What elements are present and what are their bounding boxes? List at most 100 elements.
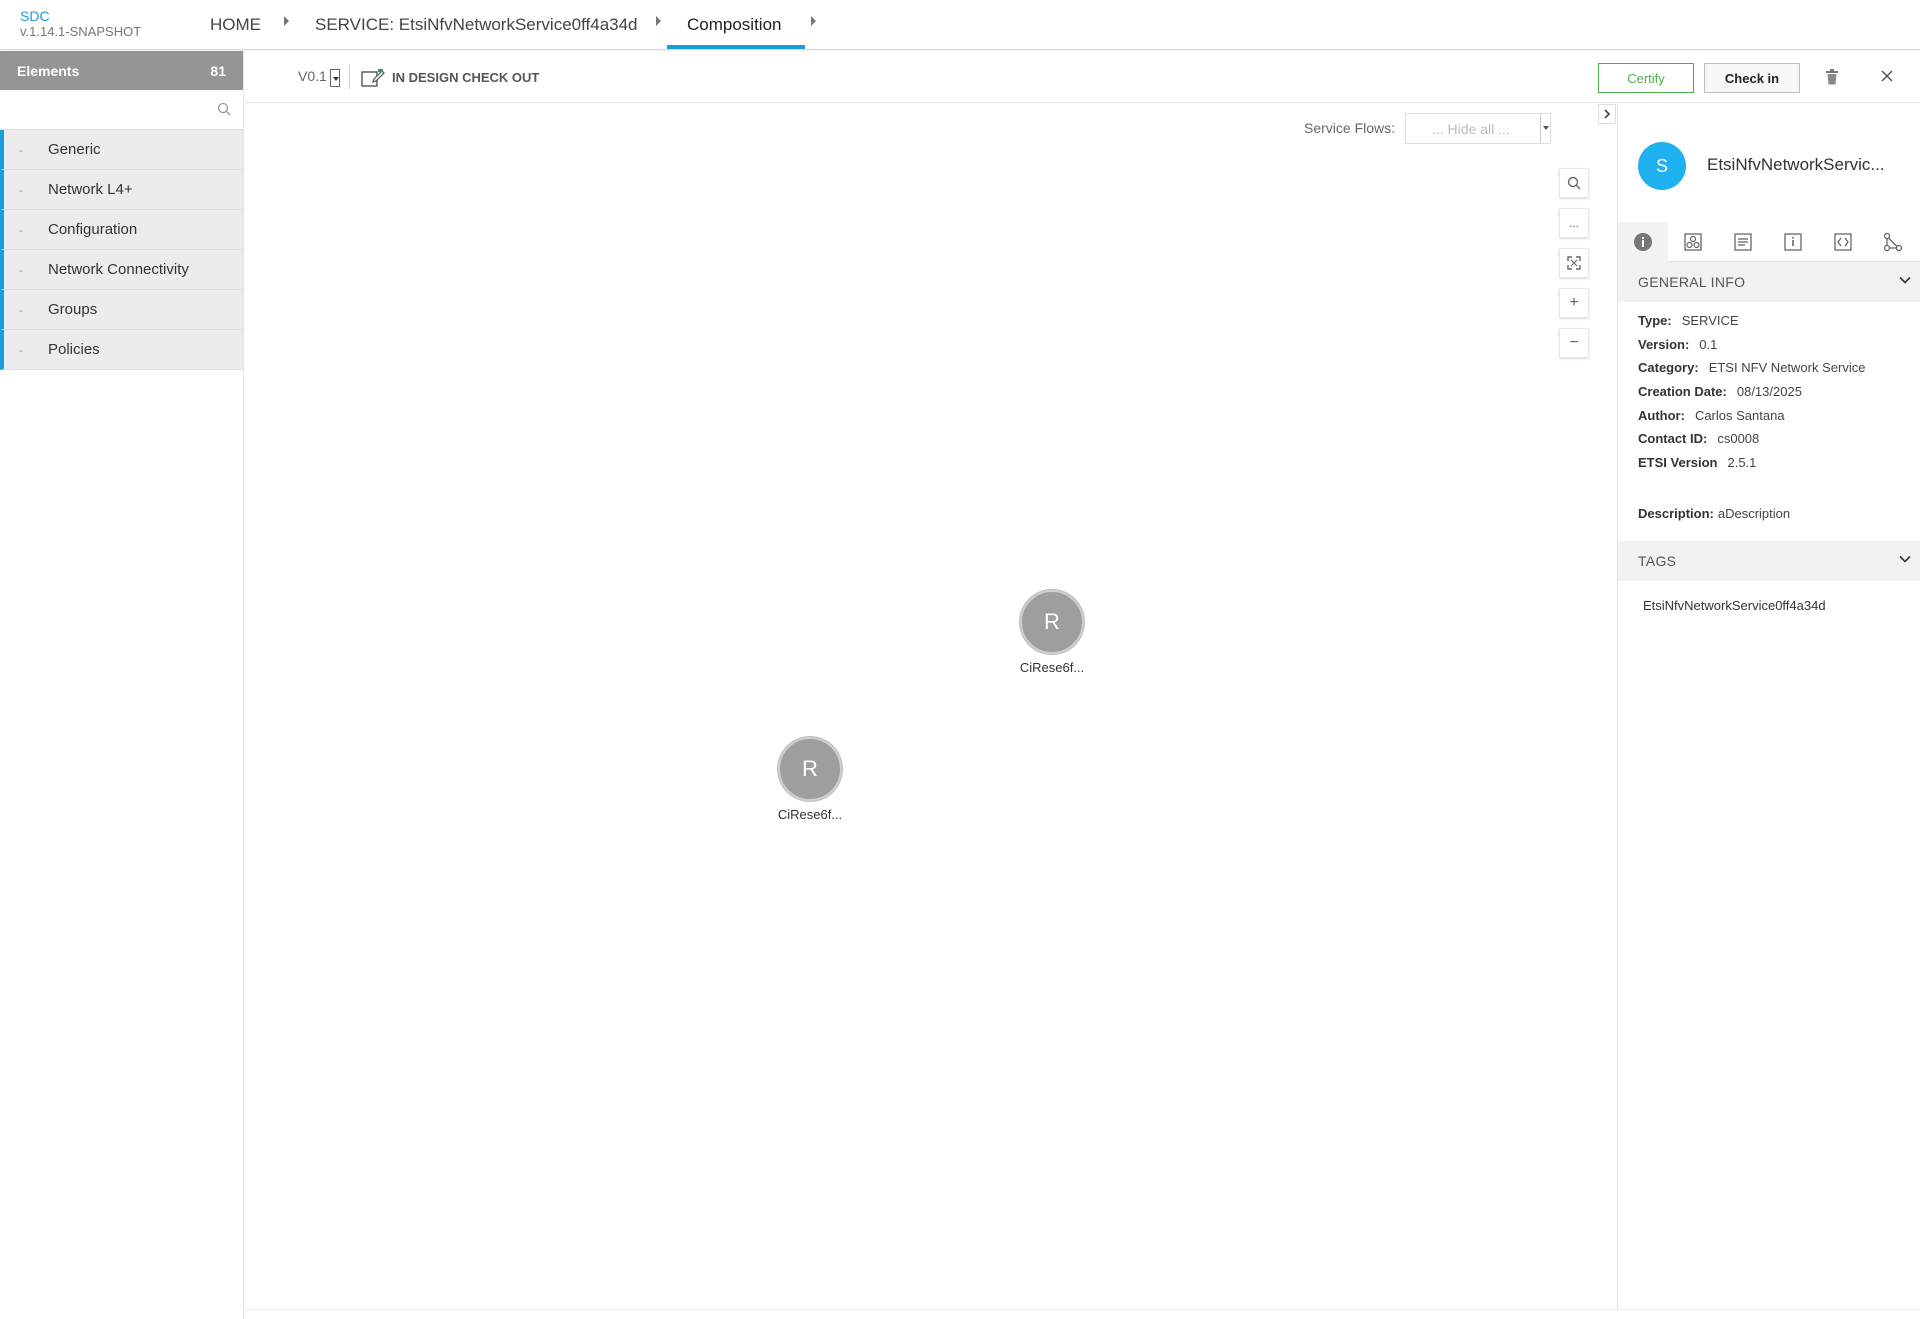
- chevron-right-icon: [1604, 109, 1611, 119]
- breadcrumb-arrow-icon[interactable]: [811, 16, 816, 26]
- workspace-toolbar: V0.1 IN DESIGN CHECK OUT Certify Check i…: [245, 51, 1920, 103]
- palette-category-policies[interactable]: - Policies: [0, 330, 243, 370]
- breadcrumb-arrow-icon[interactable]: [284, 16, 289, 26]
- info-key: Contact ID:: [1638, 431, 1708, 446]
- palette-search-input[interactable]: [2, 94, 238, 126]
- info-key: ETSI Version: [1638, 455, 1718, 470]
- info-value: 08/13/2025: [1736, 384, 1802, 399]
- info-author: Author: Carlos Santana: [1638, 408, 1785, 423]
- info-value: cs0008: [1717, 431, 1760, 446]
- palette-category-groups[interactable]: - Groups: [0, 290, 243, 330]
- info-key: Version:: [1638, 337, 1690, 352]
- composition-canvas[interactable]: Service Flows: ... Hide all ... ... + − …: [245, 104, 1617, 1309]
- tag-item: EtsiNfvNetworkService0ff4a34d: [1643, 598, 1826, 613]
- canvas-node[interactable]: R CiRese6f...: [1012, 590, 1092, 675]
- service-flows-value: ... Hide all ...: [1432, 120, 1510, 137]
- chevron-down-icon[interactable]: [1899, 555, 1911, 563]
- tab-relations[interactable]: [1868, 222, 1918, 262]
- search-icon[interactable]: [217, 102, 231, 116]
- info-box-icon: [1784, 233, 1802, 251]
- tags-section-header[interactable]: TAGS: [1618, 541, 1920, 581]
- palette-category-generic[interactable]: - Generic: [0, 130, 243, 170]
- version-select[interactable]: V0.1: [298, 68, 327, 84]
- breadcrumb-service[interactable]: SERVICE: EtsiNfvNetworkService0ff4a34d: [315, 15, 638, 35]
- lifecycle-status: IN DESIGN CHECK OUT: [392, 70, 540, 85]
- info-etsi-version: ETSI Version 2.5.1: [1638, 455, 1756, 470]
- info-key: Type:: [1638, 313, 1672, 328]
- close-icon[interactable]: [1881, 70, 1893, 82]
- palette-search: [0, 90, 243, 130]
- palette-category-label: Generic: [48, 141, 101, 158]
- info-key: Author:: [1638, 408, 1685, 423]
- tab-deployment-artifacts[interactable]: [1668, 222, 1718, 262]
- info-key: Description:: [1638, 506, 1714, 521]
- palette-header: Elements 81: [0, 51, 243, 90]
- node-label: CiRese6f...: [1019, 660, 1085, 675]
- details-panel: S EtsiNfvNetworkServic... GENERAL INFO T…: [1617, 104, 1920, 1309]
- properties-icon: [1734, 233, 1752, 251]
- canvas-more-button[interactable]: ...: [1559, 208, 1589, 238]
- canvas-node[interactable]: R CiRese6f...: [770, 737, 850, 822]
- node-icon[interactable]: R: [1020, 590, 1084, 654]
- node-label: CiRese6f...: [777, 807, 843, 822]
- service-flows-select[interactable]: ... Hide all ...: [1405, 113, 1551, 144]
- tab-api[interactable]: [1818, 222, 1868, 262]
- info-contact-id: Contact ID: cs0008: [1638, 431, 1759, 446]
- info-category: Category: ETSI NFV Network Service: [1638, 360, 1865, 375]
- bottom-border: [245, 1309, 1920, 1310]
- info-creation-date: Creation Date: 08/13/2025: [1638, 384, 1802, 399]
- palette-category-network-connectivity[interactable]: - Network Connectivity: [0, 250, 243, 290]
- checkout-edit-icon: [361, 69, 385, 87]
- relations-icon: [1883, 232, 1903, 252]
- collapse-dash: -: [19, 222, 23, 237]
- palette-category-network-l4[interactable]: - Network L4+: [0, 170, 243, 210]
- breadcrumb-composition[interactable]: Composition: [687, 15, 782, 35]
- node-icon[interactable]: R: [778, 737, 842, 801]
- general-info-section-header[interactable]: GENERAL INFO: [1618, 262, 1920, 302]
- palette-category-label: Network Connectivity: [48, 261, 189, 278]
- info-value: Carlos Santana: [1694, 408, 1785, 423]
- tab-general-info[interactable]: [1618, 222, 1668, 262]
- breadcrumb-arrow-icon[interactable]: [656, 16, 661, 26]
- app-name: SDC: [20, 8, 50, 24]
- info-icon: [1634, 233, 1652, 251]
- palette-category-configuration[interactable]: - Configuration: [0, 210, 243, 250]
- chevron-down-icon[interactable]: [1899, 276, 1911, 284]
- tags-title: TAGS: [1638, 553, 1677, 569]
- tab-properties[interactable]: [1718, 222, 1768, 262]
- trash-icon[interactable]: [1825, 69, 1839, 85]
- breadcrumb-home[interactable]: HOME: [210, 15, 261, 35]
- info-value: 0.1: [1699, 337, 1718, 352]
- info-value: ETSI NFV Network Service: [1708, 360, 1866, 375]
- panel-title: EtsiNfvNetworkServic...: [1707, 155, 1885, 174]
- tab-information[interactable]: [1768, 222, 1818, 262]
- fit-to-screen-button[interactable]: [1559, 248, 1589, 278]
- check-in-button[interactable]: Check in: [1704, 63, 1800, 93]
- info-type: Type: SERVICE: [1638, 313, 1739, 328]
- certify-button[interactable]: Certify: [1598, 63, 1694, 93]
- info-value: 2.5.1: [1727, 455, 1757, 470]
- app-logo[interactable]: SDC v.1.14.1-SNAPSHOT: [20, 8, 141, 40]
- search-icon: [1567, 176, 1581, 190]
- collapse-dash: -: [19, 302, 23, 317]
- chevron-down-icon[interactable]: [1540, 114, 1550, 143]
- info-value: aDescription: [1717, 506, 1791, 521]
- version-dropdown-caret-icon[interactable]: [330, 69, 340, 87]
- info-key: Creation Date:: [1638, 384, 1727, 399]
- palette-title: Elements: [17, 62, 80, 79]
- artifacts-icon: [1684, 233, 1702, 251]
- code-icon: [1834, 233, 1852, 251]
- zoom-out-button[interactable]: −: [1559, 328, 1589, 358]
- palette-count: 81: [210, 62, 226, 79]
- canvas-search-button[interactable]: [1559, 168, 1589, 198]
- info-description: Description: aDescription: [1638, 506, 1790, 521]
- collapse-dash: -: [19, 182, 23, 197]
- zoom-in-button[interactable]: +: [1559, 288, 1589, 318]
- expand-icon: [1567, 256, 1581, 270]
- palette-category-label: Configuration: [48, 221, 138, 238]
- toolbar-divider: [349, 65, 350, 89]
- info-key: Category:: [1638, 360, 1699, 375]
- collapse-dash: -: [19, 262, 23, 277]
- collapse-dash: -: [19, 142, 23, 157]
- collapse-panel-button[interactable]: [1598, 104, 1616, 124]
